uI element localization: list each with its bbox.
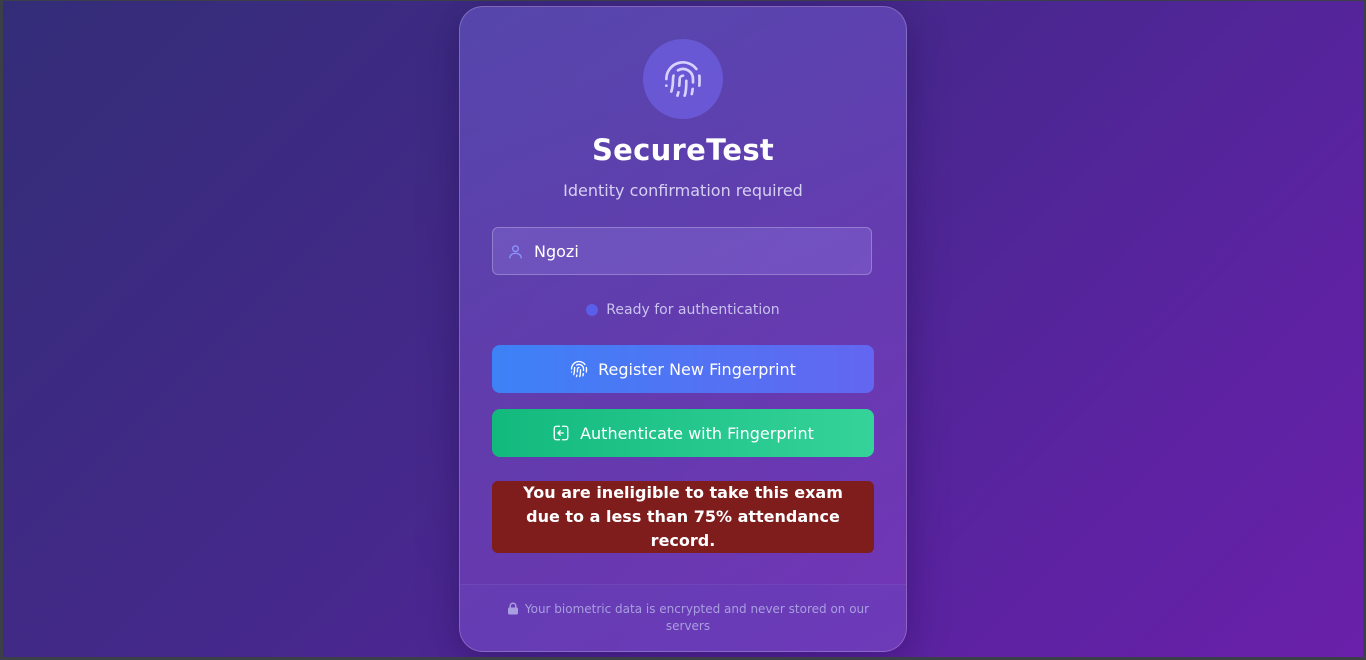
login-icon	[552, 424, 570, 442]
status-text: Ready for authentication	[606, 302, 780, 318]
username-input[interactable]	[534, 241, 854, 261]
alert-message: You are ineligible to take this exam due…	[523, 483, 843, 550]
footer-text: Your biometric data is encrypted and nev…	[524, 602, 870, 633]
logo-badge	[643, 39, 723, 119]
authenticate-fingerprint-button[interactable]: Authenticate with Fingerprint	[492, 409, 874, 457]
eligibility-error-alert: You are ineligible to take this exam due…	[492, 481, 874, 553]
authenticate-button-label: Authenticate with Fingerprint	[580, 423, 814, 443]
app-subtitle: Identity confirmation required	[563, 181, 803, 200]
status-indicator: Ready for authentication	[460, 302, 906, 318]
app-title: SecureTest	[591, 133, 775, 167]
username-field[interactable]	[492, 227, 872, 275]
page-background: SecureTest Identity confirmation require…	[3, 1, 1363, 657]
fingerprint-icon	[570, 360, 588, 378]
status-dot	[586, 304, 599, 316]
user-icon	[506, 242, 524, 260]
register-fingerprint-button[interactable]: Register New Fingerprint	[492, 345, 874, 393]
security-footer: Your biometric data is encrypted and nev…	[460, 584, 906, 651]
fingerprint-icon	[665, 61, 701, 97]
footer-notice: Your biometric data is encrypted and nev…	[500, 601, 876, 635]
register-button-label: Register New Fingerprint	[598, 359, 796, 379]
auth-card: SecureTest Identity confirmation require…	[459, 6, 907, 652]
lock-icon	[507, 602, 518, 615]
